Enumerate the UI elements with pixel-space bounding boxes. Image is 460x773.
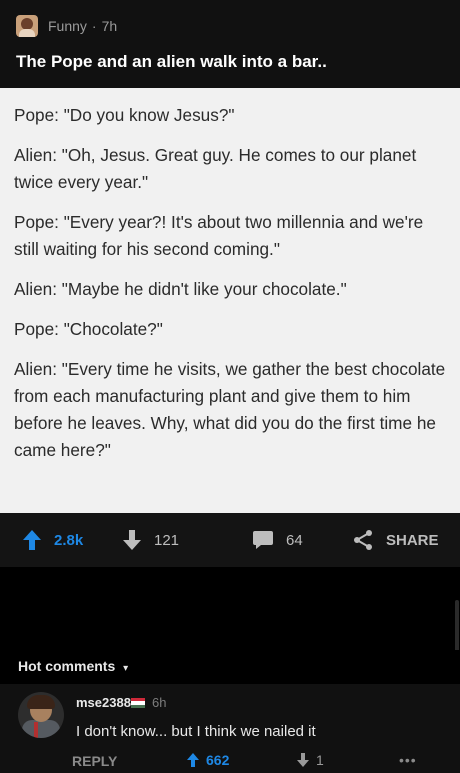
avatar-hair [27, 695, 55, 709]
dialogue-line: Alien: "Every time he visits, we gather … [14, 359, 446, 460]
downvote-button[interactable]: 121 [122, 513, 179, 567]
avatar[interactable] [18, 692, 64, 738]
avatar-stripe [34, 722, 38, 738]
comment-downvote-button[interactable]: 1 [296, 752, 324, 768]
dialogue-line: Pope: "Chocolate?" [14, 319, 163, 339]
dialogue-line: Alien: "Oh, Jesus. Great guy. He comes t… [14, 145, 417, 192]
meta-separator: · [91, 18, 97, 34]
comment-upvote-count: 662 [206, 752, 230, 768]
comments-sort-label: Hot comments [18, 658, 116, 674]
spacer [0, 567, 460, 650]
comments-sort-header[interactable]: Hot comments ▾ [0, 650, 460, 684]
arrow-down-icon [297, 753, 309, 767]
comment-age: 6h [152, 695, 167, 710]
comment-downvote-count: 1 [316, 752, 324, 768]
share-button[interactable]: SHARE [352, 513, 439, 567]
post-title[interactable]: The Pope and an alien walk into a bar.. [16, 52, 327, 72]
hungary-flag-icon [131, 698, 145, 708]
comment-username[interactable]: mse2388 [76, 695, 131, 710]
section-name[interactable]: Funny [48, 18, 87, 34]
post-age: 7h [101, 18, 118, 34]
post-image[interactable]: Pope: "Do you know Jesus?" Alien: "Oh, J… [0, 88, 460, 513]
comment-upvote-button[interactable]: 662 [186, 752, 229, 768]
downvote-count: 121 [154, 531, 180, 549]
avatar-armor [22, 720, 60, 738]
comment-count: 64 [286, 531, 303, 549]
section-avatar-icon[interactable] [16, 15, 38, 37]
arrow-up-icon [23, 530, 41, 550]
upvote-count: 2.8k [54, 531, 84, 549]
reply-button[interactable]: REPLY [72, 753, 117, 769]
comments-sort-dropdown[interactable]: Hot comments ▾ [18, 658, 128, 674]
share-label: SHARE [386, 531, 439, 549]
comments-button[interactable]: 64 [252, 513, 303, 567]
share-icon [354, 530, 372, 550]
dialogue-line: Pope: "Do you know Jesus?" [14, 105, 235, 125]
dialogue-line: Pope: "Every year?! It's about two mille… [14, 212, 424, 259]
speech-bubble-icon [253, 531, 273, 549]
chevron-down-icon: ▾ [123, 663, 129, 674]
more-options-icon[interactable]: ••• [399, 752, 417, 768]
post-action-bar: 2.8k 121 64 SHARE [0, 513, 460, 567]
post-header: Funny · 7h The Pope and an alien walk in… [0, 0, 460, 88]
comment-text: I don't know... but I think we nailed it [76, 723, 316, 740]
upvote-button[interactable]: 2.8k [22, 513, 83, 567]
arrow-down-icon [123, 530, 141, 550]
comment-item: mse2388 6h I don't know... but I think w… [0, 684, 460, 773]
dialogue-line: Alien: "Maybe he didn't like your chocol… [14, 279, 347, 299]
arrow-up-icon [187, 753, 199, 767]
post-meta: Funny · 7h [16, 14, 117, 38]
